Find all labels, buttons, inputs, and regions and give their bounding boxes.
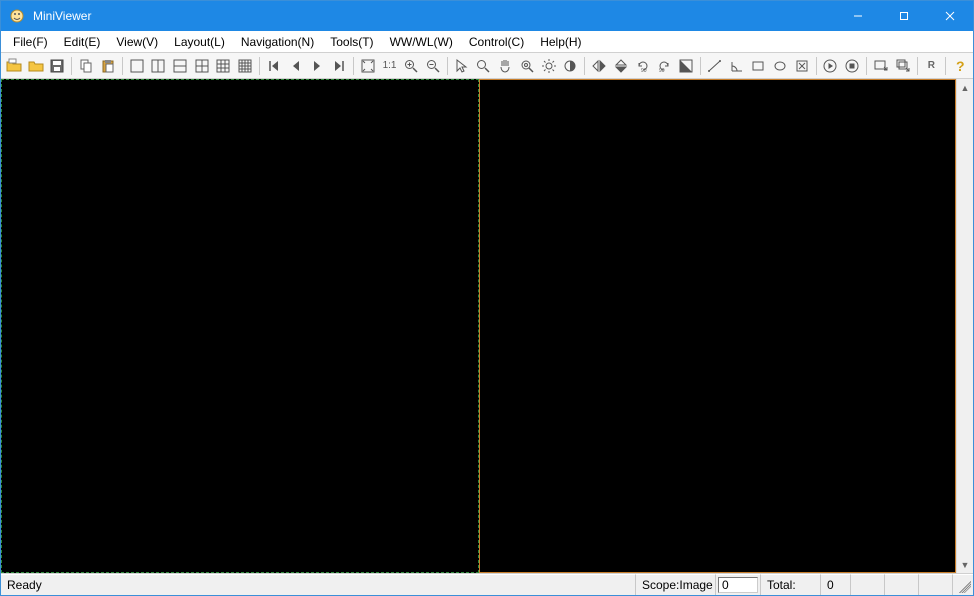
invert-icon[interactable]	[675, 55, 697, 77]
status-scope-value: 0	[718, 577, 758, 593]
menu-edit[interactable]: Edit(E)	[56, 33, 109, 51]
menubar: File(F) Edit(E) View(V) Layout(L) Naviga…	[1, 31, 973, 53]
menu-tools[interactable]: Tools(T)	[322, 33, 381, 51]
layout-4x4-icon[interactable]	[234, 55, 256, 77]
menu-navigation[interactable]: Navigation(N)	[233, 33, 322, 51]
layout-1x1-icon[interactable]	[126, 55, 148, 77]
image-pane-left[interactable]	[1, 79, 479, 573]
menu-layout[interactable]: Layout(L)	[166, 33, 233, 51]
zoom-tool-icon[interactable]	[473, 55, 495, 77]
delete-annotation-icon[interactable]	[791, 55, 813, 77]
image-pane-right[interactable]	[479, 79, 957, 573]
fit-window-icon[interactable]	[357, 55, 379, 77]
app-icon	[9, 8, 25, 24]
export-image-icon[interactable]	[870, 55, 892, 77]
nav-prev-icon[interactable]	[285, 55, 307, 77]
magnify-region-icon[interactable]	[516, 55, 538, 77]
rotate-ccw-icon[interactable]: 90	[632, 55, 654, 77]
zoom-1-1-button[interactable]: 1:1	[379, 55, 401, 77]
titlebar: MiniViewer	[1, 1, 973, 31]
app-window: MiniViewer File(F) Edit(E) View(V) Layou…	[0, 0, 974, 596]
nav-first-icon[interactable]	[263, 55, 285, 77]
annotate-ellipse-icon[interactable]	[769, 55, 791, 77]
open-folder-icon[interactable]	[25, 55, 47, 77]
measure-angle-icon[interactable]	[726, 55, 748, 77]
menu-file[interactable]: File(F)	[5, 33, 56, 51]
help-icon[interactable]: ?	[949, 55, 971, 77]
layout-1x2-icon[interactable]	[147, 55, 169, 77]
copy-icon[interactable]	[75, 55, 97, 77]
paste-icon[interactable]	[97, 55, 119, 77]
status-total-label: Total:	[761, 574, 821, 595]
pointer-icon[interactable]	[451, 55, 473, 77]
menu-wwwl[interactable]: WW/WL(W)	[382, 33, 461, 51]
scroll-up-icon[interactable]: ▲	[957, 79, 973, 96]
scroll-track[interactable]	[957, 96, 973, 556]
status-ready: Ready	[1, 574, 636, 595]
svg-text:90: 90	[641, 68, 647, 74]
image-panes	[1, 79, 956, 573]
brightness-icon[interactable]	[538, 55, 560, 77]
menu-control[interactable]: Control(C)	[461, 33, 532, 51]
svg-text:?: ?	[956, 58, 965, 74]
app-title: MiniViewer	[33, 9, 91, 23]
maximize-button[interactable]	[881, 1, 927, 31]
zoom-out-icon[interactable]	[422, 55, 444, 77]
status-box-1	[851, 574, 885, 595]
content-area: ▲ ▼	[1, 79, 973, 573]
zoom-in-icon[interactable]	[400, 55, 422, 77]
resize-grip[interactable]	[953, 574, 973, 595]
nav-last-icon[interactable]	[328, 55, 350, 77]
menu-help[interactable]: Help(H)	[532, 33, 589, 51]
status-scope-value-cell: 0	[716, 574, 761, 595]
status-box-3	[919, 574, 953, 595]
menu-view[interactable]: View(V)	[108, 33, 166, 51]
open-dicomdir-icon[interactable]	[3, 55, 25, 77]
nav-next-icon[interactable]	[307, 55, 329, 77]
rotate-cw-icon[interactable]: 90	[653, 55, 675, 77]
save-icon[interactable]	[46, 55, 68, 77]
flip-vertical-icon[interactable]	[610, 55, 632, 77]
status-scope-label: Scope:Image	[636, 574, 716, 595]
status-box-2	[885, 574, 919, 595]
contrast-icon[interactable]	[560, 55, 582, 77]
annotate-rect-icon[interactable]	[747, 55, 769, 77]
measure-line-icon[interactable]	[704, 55, 726, 77]
stop-icon[interactable]	[841, 55, 863, 77]
layout-2x1-icon[interactable]	[169, 55, 191, 77]
minimize-button[interactable]	[835, 1, 881, 31]
close-button[interactable]	[927, 1, 973, 31]
layout-2x2-icon[interactable]	[191, 55, 213, 77]
vertical-scrollbar[interactable]: ▲ ▼	[956, 79, 973, 573]
statusbar: Ready Scope:Image 0 Total: 0	[1, 573, 973, 595]
reset-button[interactable]: R	[920, 55, 942, 77]
status-total-value: 0	[821, 574, 851, 595]
scroll-down-icon[interactable]: ▼	[957, 556, 973, 573]
export-series-icon[interactable]	[892, 55, 914, 77]
play-icon[interactable]	[820, 55, 842, 77]
window-buttons	[835, 1, 973, 31]
toolbar: 1:1 90 90 R ?	[1, 53, 973, 79]
svg-text:90: 90	[659, 68, 665, 74]
layout-3x3-icon[interactable]	[213, 55, 235, 77]
flip-horizontal-icon[interactable]	[588, 55, 610, 77]
pan-icon[interactable]	[494, 55, 516, 77]
